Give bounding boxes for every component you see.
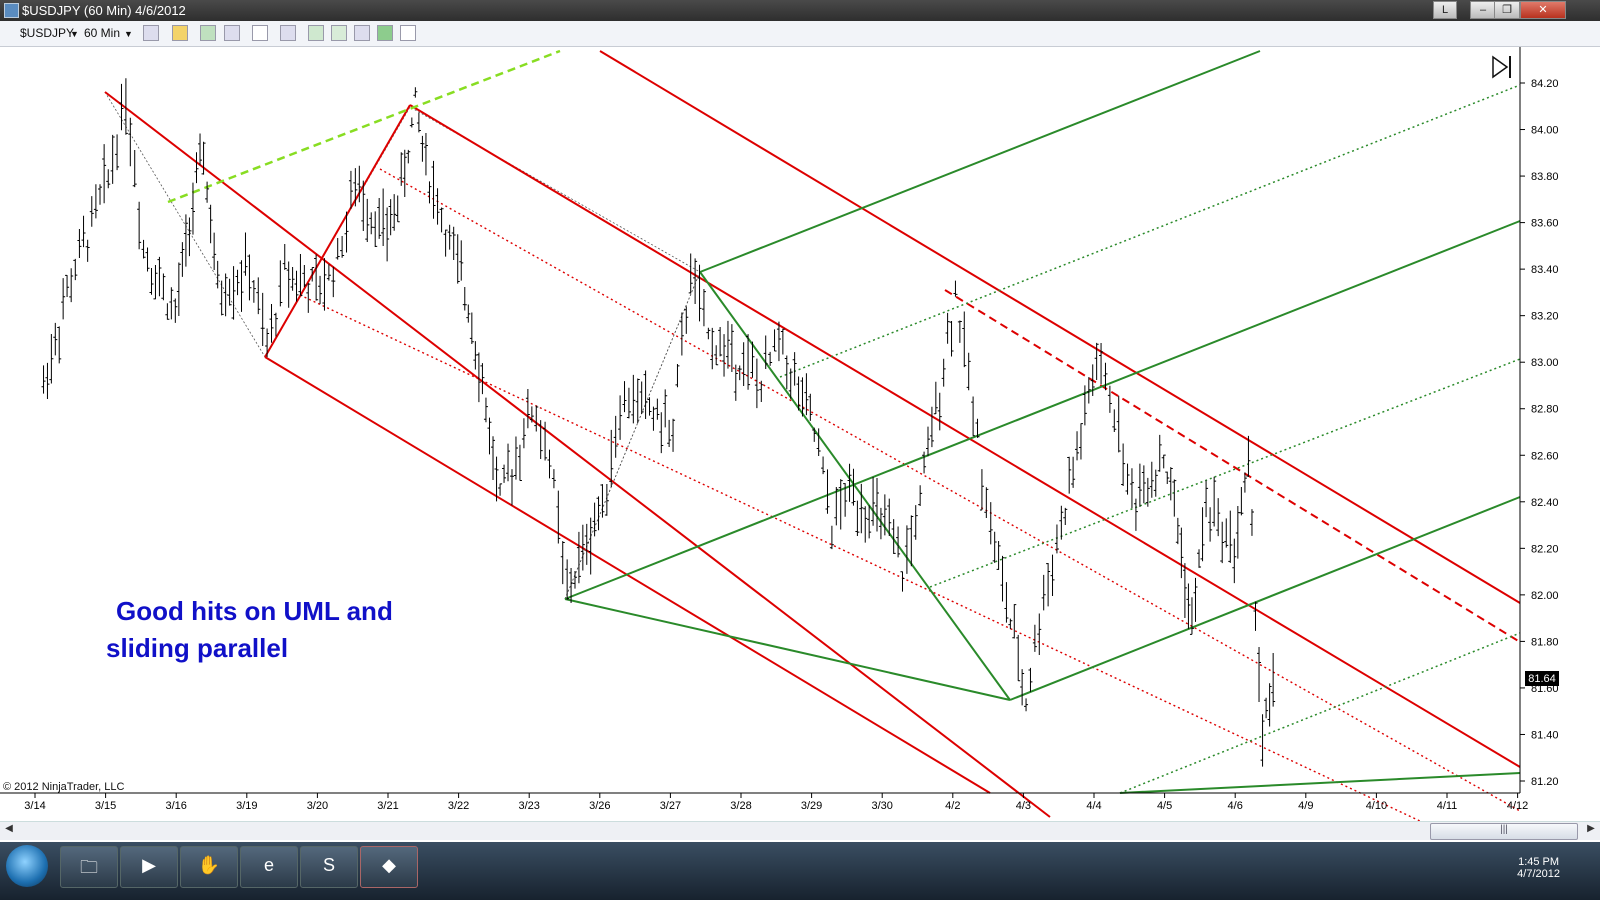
- x-tick-label: 3/22: [448, 800, 469, 812]
- x-tick-label: 4/4: [1086, 800, 1101, 812]
- chart-toolbar: $USDJPY ▼ 60 Min ▼: [0, 21, 1600, 47]
- x-tick-label: 4/3: [1016, 800, 1031, 812]
- x-tick-label: 4/10: [1366, 800, 1387, 812]
- windows-taskbar: 🗀 ▶ ✋ e S ◆ 1:45 PM 4/7/2012: [0, 842, 1600, 900]
- y-tick-label: 81.80: [1531, 636, 1559, 648]
- hand-tool-icon[interactable]: ✋: [180, 846, 238, 888]
- chart-properties-icon[interactable]: [354, 25, 370, 41]
- x-tick-label: 3/14: [24, 800, 45, 812]
- ninjatrader-icon: [4, 3, 19, 18]
- chart-background: [0, 47, 1600, 821]
- x-tick-label: 3/28: [730, 800, 751, 812]
- eraser-icon[interactable]: [224, 25, 240, 41]
- x-tick-label: 4/6: [1228, 800, 1243, 812]
- x-tick-label: 4/5: [1157, 800, 1172, 812]
- media-player-icon[interactable]: ▶: [120, 846, 178, 888]
- annotation-line-2[interactable]: sliding parallel: [106, 633, 288, 663]
- x-tick-label: 3/30: [871, 800, 892, 812]
- scrollbar-thumb[interactable]: |||: [1430, 823, 1578, 840]
- clock-time: 1:45 PM: [1518, 856, 1560, 868]
- y-tick-label: 83.20: [1531, 311, 1559, 323]
- system-tray[interactable]: 1:45 PM 4/7/2012: [1517, 856, 1560, 880]
- x-tick-label: 4/2: [945, 800, 960, 812]
- x-tick-label: 3/19: [236, 800, 257, 812]
- layout-button[interactable]: L: [1433, 1, 1457, 19]
- minimize-button[interactable]: –: [1470, 1, 1496, 19]
- x-tick-label: 3/15: [95, 800, 116, 812]
- start-button[interactable]: [6, 845, 48, 887]
- x-tick-label: 3/16: [165, 800, 186, 812]
- x-tick-label: 4/12: [1507, 800, 1528, 812]
- y-tick-label: 82.60: [1531, 450, 1559, 462]
- x-tick-label: 3/27: [660, 800, 681, 812]
- y-tick-label: 82.20: [1531, 543, 1559, 555]
- window-title: $USDJPY (60 Min) 4/6/2012: [22, 3, 186, 18]
- y-tick-label: 82.00: [1531, 590, 1559, 602]
- pencil-icon[interactable]: [172, 25, 188, 41]
- annotation-line-1[interactable]: Good hits on UML and: [116, 596, 393, 626]
- x-tick-label: 3/26: [589, 800, 610, 812]
- x-tick-label: 3/29: [801, 800, 822, 812]
- bar-style-icon[interactable]: [143, 25, 159, 41]
- copyright-label: © 2012 NinjaTrader, LLC: [3, 781, 124, 793]
- drawing-tool-icon[interactable]: [200, 25, 216, 41]
- y-tick-label: 81.20: [1531, 776, 1559, 788]
- y-tick-label: 83.60: [1531, 218, 1559, 230]
- close-button[interactable]: ✕: [1520, 1, 1566, 19]
- x-tick-label: 3/20: [307, 800, 328, 812]
- internet-explorer-icon[interactable]: e: [240, 846, 298, 888]
- chevron-down-icon[interactable]: ▼: [124, 29, 133, 39]
- instrument-selector[interactable]: $USDJPY: [20, 26, 74, 40]
- ninjatrader-taskbar-icon[interactable]: ◆: [360, 846, 418, 888]
- skype-icon[interactable]: S: [300, 846, 358, 888]
- strategies-icon[interactable]: [331, 25, 347, 41]
- chevron-down-icon[interactable]: ▼: [70, 29, 79, 39]
- y-tick-label: 82.40: [1531, 497, 1559, 509]
- y-tick-label: 81.40: [1531, 729, 1559, 741]
- x-tick-label: 4/9: [1298, 800, 1313, 812]
- restore-button[interactable]: ❐: [1494, 1, 1520, 19]
- y-tick-label: 84.20: [1531, 78, 1559, 90]
- zoom-icon[interactable]: [280, 25, 296, 41]
- x-tick-label: 3/23: [518, 800, 539, 812]
- last-price-label: 81.64: [1528, 673, 1556, 685]
- y-tick-label: 82.80: [1531, 404, 1559, 416]
- dollar-icon[interactable]: [377, 25, 393, 41]
- indicators-icon[interactable]: [308, 25, 324, 41]
- explorer-icon[interactable]: 🗀: [60, 846, 118, 888]
- scroll-right-icon[interactable]: ▶: [1584, 823, 1598, 838]
- y-tick-label: 83.40: [1531, 264, 1559, 276]
- price-chart[interactable]: 84.20 84.00 83.80 83.60 83.40 83.20 83.00 82.80…: [0, 47, 1600, 821]
- crosshair-icon[interactable]: [252, 25, 268, 41]
- scroll-left-icon[interactable]: ◀: [2, 823, 16, 838]
- y-tick-label: 84.00: [1531, 125, 1559, 137]
- horizontal-scrollbar[interactable]: ◀ ||| ▶: [0, 821, 1600, 840]
- x-tick-label: 3/21: [377, 800, 398, 812]
- y-tick-label: 83.00: [1531, 357, 1559, 369]
- y-tick-label: 83.80: [1531, 171, 1559, 183]
- clock-date: 4/7/2012: [1517, 868, 1560, 880]
- data-box-icon[interactable]: [400, 25, 416, 41]
- window-titlebar[interactable]: $USDJPY (60 Min) 4/6/2012 L – ❐ ✕: [0, 0, 1600, 21]
- x-tick-label: 4/11: [1437, 800, 1458, 812]
- interval-selector[interactable]: 60 Min: [84, 26, 120, 40]
